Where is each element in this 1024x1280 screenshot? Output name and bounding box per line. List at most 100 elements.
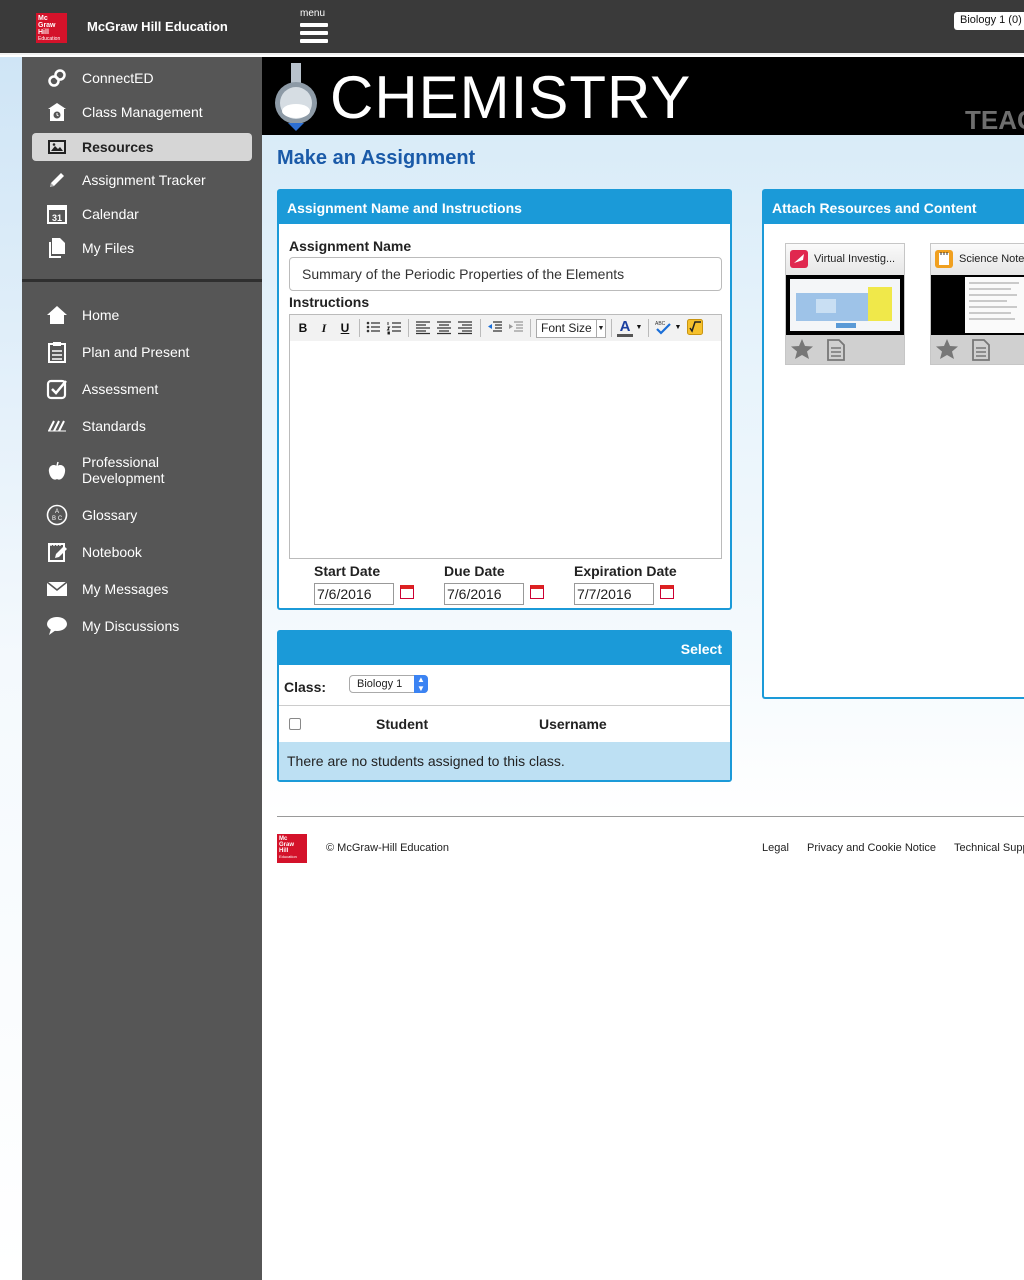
sidebar-item-my-discussions[interactable]: My Discussions [32, 612, 252, 640]
svg-text:B: B [52, 516, 56, 522]
assignment-name-panel: Assignment Name and Instructions Assignm… [277, 189, 732, 610]
pencil-icon [46, 169, 68, 191]
link-icon [46, 67, 68, 89]
instructions-label: Instructions [289, 294, 370, 310]
start-date-input[interactable]: 7/6/2016 [314, 583, 394, 605]
chevron-down-icon[interactable]: ▼ [674, 319, 682, 337]
sidebar-item-home[interactable]: Home [32, 301, 252, 329]
sidebar-item-my-files[interactable]: My Files [32, 234, 252, 262]
instructions-editor[interactable] [289, 341, 722, 559]
hamburger-icon-bar [300, 31, 328, 35]
sidebar-item-resources[interactable]: Resources [32, 133, 252, 161]
brand-name: McGraw Hill Education [87, 19, 228, 34]
notebook-icon [935, 250, 953, 268]
student-column-header: Student [376, 716, 429, 732]
star-icon[interactable] [935, 338, 959, 365]
underline-button[interactable]: U [337, 319, 353, 337]
math-equation-icon[interactable] [687, 319, 703, 337]
calendar-picker-icon[interactable] [400, 585, 414, 599]
notebook-icon [46, 541, 68, 563]
slashes-icon [46, 415, 68, 437]
sidebar-item-notebook[interactable]: Notebook [32, 538, 252, 566]
align-right-icon[interactable] [457, 319, 473, 337]
toolbar-separator [480, 319, 481, 337]
due-date-input[interactable]: 7/6/2016 [444, 583, 524, 605]
sidebar-item-calendar[interactable]: 31 Calendar [32, 200, 252, 228]
star-icon[interactable] [790, 338, 814, 365]
flask-icon [275, 63, 317, 131]
assignment-name-input[interactable]: Summary of the Periodic Properties of th… [289, 257, 722, 291]
chevron-updown-icon: ▲ ▼ [414, 675, 428, 693]
schoolhouse-icon [46, 101, 68, 123]
hamburger-icon-bar [300, 39, 328, 43]
toolbar-separator [611, 319, 612, 337]
sidebar-item-glossary[interactable]: ABC Glossary [32, 501, 252, 529]
document-icon[interactable] [826, 339, 846, 366]
left-margin [0, 57, 22, 1280]
class-dropdown-value: Biology 1 [357, 678, 403, 690]
sidebar-divider [22, 279, 262, 282]
envelope-icon [46, 578, 68, 600]
empty-message: There are no students assigned to this c… [279, 742, 730, 780]
footer-link-privacy[interactable]: Privacy and Cookie Notice [807, 842, 936, 854]
svg-text:ABC: ABC [655, 321, 666, 327]
subject-banner: CHEMISTRY TEAC [262, 57, 1024, 135]
expiration-date-label: Expiration Date [574, 563, 677, 579]
menu-button[interactable]: menu [298, 8, 330, 44]
select-all-checkbox[interactable] [289, 718, 301, 730]
sidebar: ConnectED Class Management Resources Ass… [22, 57, 262, 1280]
class-selector[interactable]: Biology 1 (0) [954, 12, 1024, 30]
sidebar-item-my-messages[interactable]: My Messages [32, 575, 252, 603]
resource-thumbnail [931, 275, 1024, 335]
outdent-icon[interactable] [487, 319, 503, 337]
svg-text:A: A [55, 509, 59, 515]
sidebar-item-plan-and-present[interactable]: Plan and Present [32, 338, 252, 366]
numbered-list-icon[interactable] [386, 319, 402, 337]
select-header[interactable]: Select [279, 632, 730, 665]
due-date-label: Due Date [444, 563, 505, 579]
calendar-picker-icon[interactable] [530, 585, 544, 599]
document-icon[interactable] [971, 339, 991, 366]
top-bar: Mc Graw Hill Education McGraw Hill Educa… [0, 0, 1024, 55]
font-size-label: Font Size [541, 321, 592, 335]
toolbar-separator [359, 319, 360, 337]
resource-card-title: Science Notebook [959, 253, 1024, 265]
class-dropdown[interactable]: Biology 1 ▲ ▼ [349, 675, 428, 693]
page-title: Make an Assignment [277, 147, 476, 169]
resource-card[interactable]: Virtual Investig... [785, 243, 905, 365]
panel-header: Assignment Name and Instructions [279, 191, 730, 224]
chevron-down-icon: ▼ [596, 320, 605, 337]
footer-link-legal[interactable]: Legal [762, 842, 789, 854]
italic-button[interactable]: I [316, 319, 332, 337]
align-left-icon[interactable] [415, 319, 431, 337]
files-icon [46, 237, 68, 259]
spellcheck-icon[interactable]: ABC [654, 319, 672, 337]
attach-resources-panel: Attach Resources and Content Virtual Inv… [762, 189, 1024, 699]
sidebar-item-standards[interactable]: Standards [32, 412, 252, 440]
align-center-icon[interactable] [436, 319, 452, 337]
svg-text:31: 31 [52, 213, 62, 223]
footer-logo[interactable]: Mc Graw Hill Education [277, 834, 307, 863]
chevron-down-icon[interactable]: ▼ [635, 319, 643, 337]
calendar-picker-icon[interactable] [660, 585, 674, 599]
sidebar-item-professional-development[interactable]: Professional Development [32, 454, 252, 488]
expiration-date-input[interactable]: 7/7/2016 [574, 583, 654, 605]
sidebar-item-connected[interactable]: ConnectED [32, 64, 252, 92]
sidebar-item-assignment-tracker[interactable]: Assignment Tracker [32, 166, 252, 194]
bold-button[interactable]: B [295, 319, 311, 337]
abc-icon: ABC [46, 504, 68, 526]
hamburger-icon [300, 23, 328, 27]
indent-icon[interactable] [508, 319, 524, 337]
panel-header: Attach Resources and Content [764, 191, 1024, 224]
sidebar-item-assessment[interactable]: Assessment [32, 375, 252, 403]
font-size-select[interactable]: Font Size ▼ [536, 319, 606, 338]
checkbox-icon [46, 378, 68, 400]
bullet-list-icon[interactable] [365, 319, 381, 337]
sidebar-item-class-management[interactable]: Class Management [32, 98, 252, 126]
teacher-edition-label: TEAC [965, 105, 1024, 135]
font-color-button[interactable]: A [617, 319, 633, 337]
resource-card[interactable]: Science Notebook [930, 243, 1024, 365]
toolbar-separator [648, 319, 649, 337]
mcgraw-hill-logo[interactable]: Mc Graw Hill Education [36, 13, 67, 43]
footer-link-technical-support[interactable]: Technical Support [954, 842, 1024, 854]
